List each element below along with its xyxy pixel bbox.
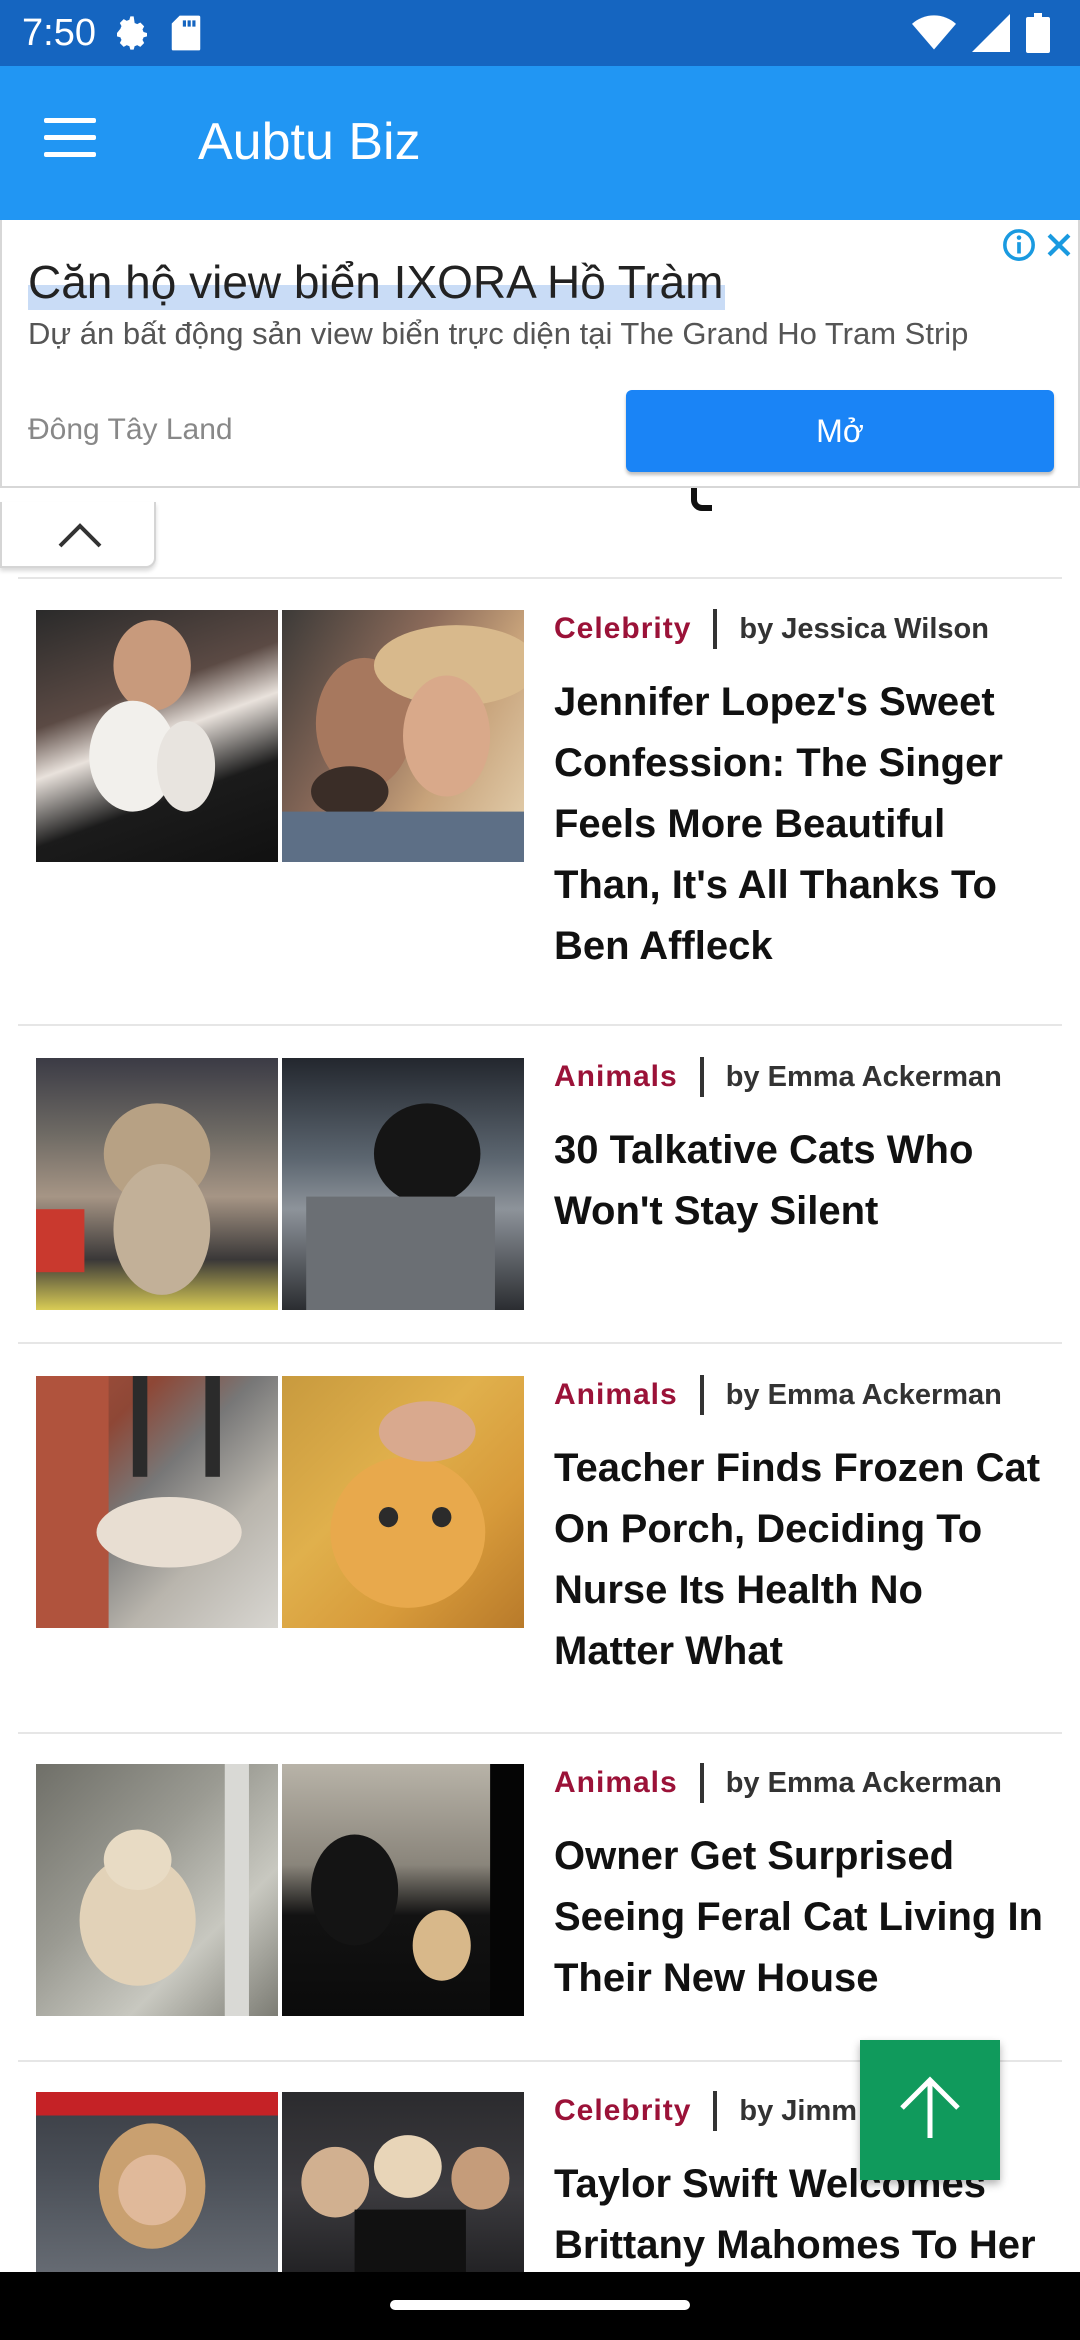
article-thumbnail[interactable]: [36, 2092, 524, 2288]
app-bar: Aubtu Biz: [0, 66, 1080, 220]
system-nav-bar: [0, 2272, 1080, 2340]
article-author[interactable]: by Emma Ackerman: [726, 1379, 1002, 1412]
ad-description: Dự án bất động sản view biển trực diện t…: [28, 316, 969, 351]
article-card[interactable]: Animals by Emma Ackerman 30 Talkative Ca…: [18, 1028, 1062, 1344]
status-bar: 7:50: [0, 0, 1080, 66]
article-category[interactable]: Animals: [554, 1766, 678, 1800]
signal-icon: [972, 14, 1010, 52]
article-category[interactable]: Animals: [554, 1060, 678, 1094]
article-category[interactable]: Celebrity: [554, 612, 691, 646]
article-thumbnail[interactable]: [36, 1764, 524, 2016]
previous-article-peek: [680, 488, 800, 512]
article-card[interactable]: Celebrity by Jessica Wilson Jennifer Lop…: [18, 580, 1062, 1026]
article-author[interactable]: by Emma Ackerman: [726, 1767, 1002, 1800]
ad-title[interactable]: Căn hộ view biển IXORA Hồ Tràm: [28, 254, 726, 310]
article-category[interactable]: Animals: [554, 1378, 678, 1412]
article-thumbnail[interactable]: [36, 610, 524, 862]
chevron-up-icon: [58, 523, 102, 548]
article-author[interactable]: by Jessica Wilson: [739, 613, 989, 646]
article-title[interactable]: 30 Talkative Cats Who Won't Stay Silent: [554, 1120, 1054, 1242]
battery-icon: [1026, 13, 1050, 53]
ad-info-icon[interactable]: [1002, 228, 1036, 262]
article-author[interactable]: by Emma Ackerman: [726, 1061, 1002, 1094]
ad-banner[interactable]: Căn hộ view biển IXORA Hồ Tràm Dự án bất…: [0, 220, 1080, 488]
wifi-icon: [912, 15, 956, 50]
status-time: 7:50: [22, 12, 96, 54]
arrow-up-icon: [900, 2076, 960, 2138]
ad-close-icon[interactable]: [1042, 228, 1076, 262]
sd-card-icon: [171, 15, 201, 51]
article-title[interactable]: Owner Get Surprised Seeing Feral Cat Liv…: [554, 1826, 1054, 2009]
app-title: Aubtu Biz: [198, 113, 421, 171]
article-title[interactable]: Teacher Finds Frozen Cat On Porch, Decid…: [554, 1438, 1054, 1682]
article-category[interactable]: Celebrity: [554, 2094, 691, 2128]
article-thumbnail[interactable]: [36, 1058, 524, 1310]
article-title[interactable]: Jennifer Lopez's Sweet Confession: The S…: [554, 672, 1054, 977]
article-card[interactable]: Animals by Emma Ackerman Teacher Finds F…: [18, 1346, 1062, 1734]
article-thumbnail[interactable]: [36, 1376, 524, 1628]
settings-icon: [117, 16, 147, 50]
divider: [18, 577, 1062, 579]
hamburger-menu-icon[interactable]: [44, 118, 110, 168]
home-gesture-handle[interactable]: [390, 2300, 690, 2310]
collapse-ad-button[interactable]: [0, 502, 156, 568]
ad-source: Đông Tây Land: [28, 413, 233, 446]
ad-open-button[interactable]: Mở: [626, 390, 1054, 472]
back-to-top-button[interactable]: [860, 2040, 1000, 2180]
article-author[interactable]: by Jimm: [739, 2095, 857, 2128]
article-card[interactable]: Animals by Emma Ackerman Owner Get Surpr…: [18, 1734, 1062, 2062]
